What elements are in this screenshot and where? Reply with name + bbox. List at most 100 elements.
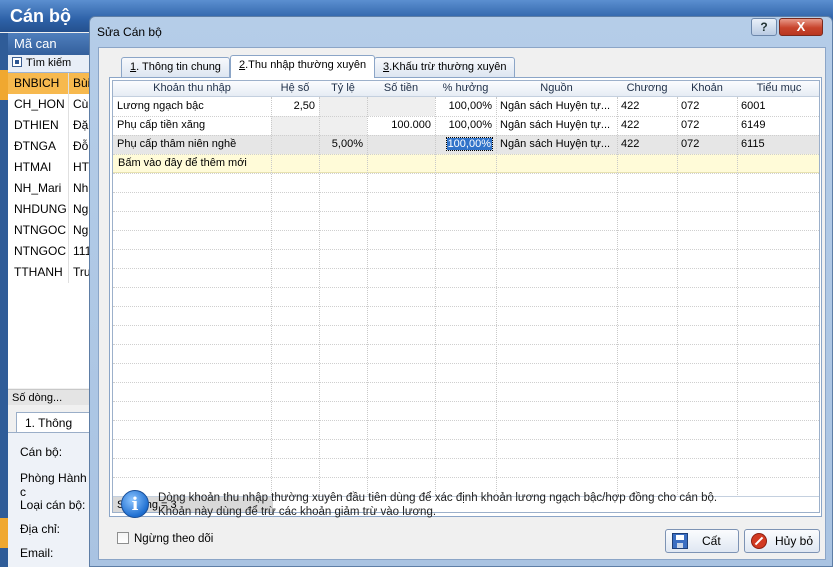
cell-amount[interactable]: 100.000 (367, 116, 435, 135)
grid-line (113, 192, 819, 193)
table-row[interactable]: Lương ngạch bậc 2,50 100,00% Ngân sách H… (113, 97, 819, 116)
cell-chapter[interactable]: 422 (617, 116, 677, 135)
cell-income-item[interactable]: Lương ngạch bậc (113, 97, 271, 116)
cell-section[interactable]: 072 (677, 135, 737, 154)
grid-line (113, 173, 819, 174)
help-button[interactable]: ? (751, 18, 777, 36)
col-header-amount[interactable]: Số tiền (367, 81, 435, 97)
info-line: Dòng khoản thu nhập thường xuyên đầu tiê… (158, 492, 718, 504)
left-strip (0, 33, 8, 567)
staff-list: BNBICH Bùi CH_HON Cù DTHIEN Đặ ĐTNGA Đỗ HTMA… (8, 73, 90, 388)
tab-general-info[interactable]: 1. Thông tin chung (121, 57, 230, 77)
info-panel: i Dòng khoản thu nhập thường xuyên đầu t… (117, 488, 817, 522)
cell-percent[interactable]: 100,00% (435, 116, 496, 135)
list-item[interactable]: TTHANH Trư (8, 262, 90, 283)
tab-general-info[interactable]: 1. Thông tin (16, 412, 90, 444)
grid-line (113, 154, 819, 155)
col-header-rate[interactable]: Tỷ lệ (319, 81, 367, 97)
table-row-selected[interactable]: Phụ cấp thâm niên nghề 5,00% 100,00% Ngâ… (113, 135, 819, 154)
grid-line (113, 306, 819, 307)
filter-icon[interactable] (12, 57, 22, 67)
save-button[interactable]: Cất (665, 529, 739, 553)
col-header-subsection[interactable]: Tiểu mục (737, 81, 819, 97)
grid-line (113, 211, 819, 212)
grid-line (113, 268, 819, 269)
cell-amount[interactable] (367, 97, 435, 116)
form-label: Phòng Hành c (20, 471, 87, 499)
info-text: Dòng khoản thu nhập thường xuyên đầu tiê… (158, 491, 717, 519)
column-header-code[interactable]: Mã can (8, 33, 90, 55)
cell-rate[interactable]: 5,00% (319, 135, 367, 154)
search-label: Tìm kiếm (26, 57, 72, 69)
search-row[interactable]: Tìm kiếm (8, 55, 90, 73)
grid-line (113, 249, 819, 250)
row-count: Số dòng... (8, 389, 90, 405)
col-header-income-item[interactable]: Khoản thu nhập (113, 81, 271, 97)
cell-source[interactable]: Ngân sách Huyện tự... (496, 116, 617, 135)
dialog-title: Sửa Cán bộ (97, 25, 162, 39)
income-grid[interactable]: Khoản thu nhập Hệ số Tỷ lệ Số tiền % hưở… (112, 80, 820, 513)
cell-coefficient[interactable]: 2,50 (271, 97, 319, 116)
cell-subsection[interactable]: 6001 (737, 97, 819, 116)
col-header-section[interactable]: Khoản (677, 81, 737, 97)
col-header-percent[interactable]: % hưởng (435, 81, 496, 97)
checkbox-icon[interactable] (117, 532, 129, 544)
list-item[interactable]: DTHIEN Đặ (8, 115, 90, 136)
cell-chapter[interactable]: 422 (617, 135, 677, 154)
form-label: Cán bộ: (20, 445, 63, 459)
list-item[interactable]: NTNGOC Ng (8, 220, 90, 241)
list-item[interactable]: BNBICH Bùi (8, 73, 90, 94)
cell-source[interactable]: Ngân sách Huyện tự... (496, 97, 617, 116)
info-line: Khoản này dùng để trừ các khoản giảm trừ… (158, 506, 437, 518)
cell-percent-editing[interactable]: 100,00% (435, 135, 496, 154)
grid-line (113, 287, 819, 288)
grid-header: Khoản thu nhập Hệ số Tỷ lệ Số tiền % hưở… (113, 81, 819, 97)
info-icon: i (121, 490, 149, 518)
cell-coefficient[interactable] (271, 135, 319, 154)
grid-line (113, 344, 819, 345)
add-new-row[interactable]: Bấm vào đây để thêm mới (113, 154, 819, 173)
cell-chapter[interactable]: 422 (617, 97, 677, 116)
col-header-chapter[interactable]: Chương (617, 81, 677, 97)
cell-source[interactable]: Ngân sách Huyện tự... (496, 135, 617, 154)
cell-income-item[interactable]: Phụ cấp tiền xăng (113, 116, 271, 135)
save-icon (672, 533, 688, 549)
col-header-source[interactable]: Nguồn (496, 81, 617, 97)
list-item[interactable]: ĐTNGA Đỗ (8, 136, 90, 157)
grid-line (113, 401, 819, 402)
list-item[interactable]: NHDUNG Ng (8, 199, 90, 220)
list-item[interactable]: NTNGOC 111 (8, 241, 90, 262)
grid-line (113, 230, 819, 231)
grid-line (113, 325, 819, 326)
cell-section[interactable]: 072 (677, 116, 737, 135)
form-label: Email: (20, 546, 54, 560)
cell-subsection[interactable]: 6115 (737, 135, 819, 154)
list-item[interactable]: HTMAI HT (8, 157, 90, 178)
cell-rate[interactable] (319, 97, 367, 116)
cell-coefficient[interactable] (271, 116, 319, 135)
list-item[interactable]: CH_HON Cù (8, 94, 90, 115)
cell-percent[interactable]: 100,00% (435, 97, 496, 116)
cell-subsection[interactable]: 6149 (737, 116, 819, 135)
strip-marker (0, 518, 8, 548)
grid-line (113, 477, 819, 478)
form-label: Loại cán bộ: (20, 498, 86, 512)
cancel-button[interactable]: Hủy bỏ (744, 529, 820, 553)
form-label: Địa chỉ: (20, 522, 61, 536)
table-row[interactable]: Phụ cấp tiền xăng 100.000 100,00% Ngân s… (113, 116, 819, 135)
close-button[interactable]: X (779, 18, 823, 36)
cell-section[interactable]: 072 (677, 97, 737, 116)
grid-line (113, 420, 819, 421)
stop-follow-checkbox[interactable]: Ngừng theo dõi (117, 532, 213, 545)
income-tab-panel: Khoản thu nhập Hệ số Tỷ lệ Số tiền % hưở… (109, 77, 822, 517)
col-header-coefficient[interactable]: Hệ số (271, 81, 319, 97)
cancel-icon (751, 533, 767, 549)
cell-rate[interactable] (319, 116, 367, 135)
cell-amount[interactable] (367, 135, 435, 154)
list-item[interactable]: NH_Mari Nh (8, 178, 90, 199)
tab-regular-income[interactable]: 2.Thu nhập thường xuyên (230, 55, 376, 78)
cell-income-item[interactable]: Phụ cấp thâm niên nghề (113, 135, 271, 154)
grid-line (113, 116, 819, 117)
tab-regular-deduction[interactable]: 3.Khấu trừ thường xuyên (374, 57, 516, 77)
grid-line (113, 458, 819, 459)
